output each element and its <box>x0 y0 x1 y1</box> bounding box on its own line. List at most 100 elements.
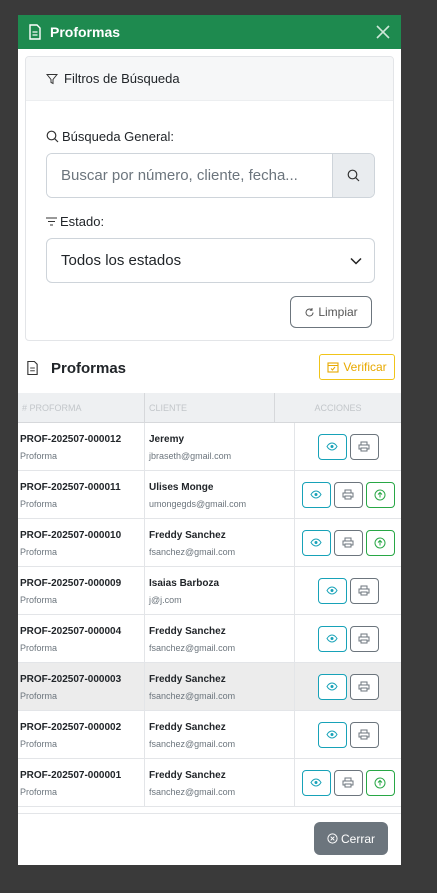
proforma-type: Proforma <box>20 739 58 749</box>
printer-icon <box>358 633 370 644</box>
table-header: # PROFORMA CLIENTE ACCIONES <box>18 393 401 423</box>
verify-icon <box>327 362 339 373</box>
search-group <box>46 153 375 198</box>
proforma-number: PROF-202507-000001 <box>20 770 122 781</box>
print-button[interactable] <box>333 529 363 556</box>
proformas-modal: Proformas Filtros de Búsqueda Búsqueda G… <box>18 15 401 865</box>
view-button[interactable] <box>317 625 347 652</box>
printer-icon <box>342 489 354 500</box>
actions-cell <box>295 663 401 710</box>
printer-icon <box>358 681 370 692</box>
eye-icon <box>326 586 338 595</box>
client-email: fsanchez@gmail.com <box>149 691 236 701</box>
client-cell: Jeremy jbraseth@gmail.com <box>145 423 295 470</box>
proforma-type: Proforma <box>20 451 58 461</box>
proforma-number: PROF-202507-000004 <box>20 626 122 637</box>
print-button[interactable] <box>349 625 379 652</box>
chevron-down-icon <box>350 257 362 265</box>
printer-icon <box>358 441 370 452</box>
table-row[interactable]: PROF-202507-000002 Proforma Freddy Sanch… <box>18 711 401 759</box>
print-button[interactable] <box>349 577 379 604</box>
clear-button[interactable]: Limpiar <box>290 296 372 328</box>
modal-header: Proformas <box>18 15 401 49</box>
upload-circle-icon <box>374 489 386 501</box>
eye-icon <box>310 490 322 499</box>
client-name: Freddy Sanchez <box>149 722 226 733</box>
client-cell: Freddy Sanchez fsanchez@gmail.com <box>145 519 295 566</box>
filter-icon <box>46 73 58 84</box>
view-button[interactable] <box>317 577 347 604</box>
eye-icon <box>326 730 338 739</box>
proformas-table: # PROFORMA CLIENTE ACCIONES PROF-202507-… <box>18 393 401 813</box>
search-button[interactable] <box>332 154 374 197</box>
actions-cell <box>295 615 401 662</box>
printer-icon <box>342 777 354 788</box>
upload-button[interactable] <box>365 529 395 556</box>
proformas-section-header: Proformas Verificar <box>18 353 401 383</box>
view-button[interactable] <box>301 481 331 508</box>
eye-icon <box>310 538 322 547</box>
table-row[interactable]: PROF-202507-000011 Proforma Ulises Monge… <box>18 471 401 519</box>
proforma-number: PROF-202507-000002 <box>20 722 122 733</box>
actions-cell <box>295 423 401 470</box>
table-row[interactable]: PROF-202507-000001 Proforma Freddy Sanch… <box>18 759 401 807</box>
client-email: fsanchez@gmail.com <box>149 739 236 749</box>
client-email: fsanchez@gmail.com <box>149 787 236 797</box>
proforma-number: PROF-202507-000009 <box>20 578 122 589</box>
filters-title: Filtros de Búsqueda <box>64 71 180 86</box>
print-button[interactable] <box>333 769 363 796</box>
verify-button[interactable]: Verificar <box>319 354 395 380</box>
eye-icon <box>326 442 338 451</box>
view-button[interactable] <box>317 673 347 700</box>
proforma-number: PROF-202507-000003 <box>20 674 122 685</box>
client-name: Jeremy <box>149 434 185 445</box>
proforma-number: PROF-202507-000012 <box>20 434 122 445</box>
modal-title: Proformas <box>50 24 121 40</box>
printer-icon <box>358 729 370 740</box>
actions-cell <box>295 759 401 806</box>
table-row[interactable]: PROF-202507-000012 Proforma Jeremy jbras… <box>18 423 401 471</box>
proforma-type: Proforma <box>20 595 58 605</box>
print-button[interactable] <box>349 673 379 700</box>
actions-cell <box>295 519 401 566</box>
actions-cell <box>295 471 401 518</box>
estado-label: Estado: <box>46 214 104 229</box>
upload-circle-icon <box>374 777 386 789</box>
eye-icon <box>310 778 322 787</box>
estado-select[interactable]: Todos los estados <box>46 238 375 283</box>
proforma-cell: PROF-202507-000003 Proforma <box>18 663 145 710</box>
view-button[interactable] <box>317 433 347 460</box>
client-cell: Freddy Sanchez fsanchez@gmail.com <box>145 759 295 806</box>
view-button[interactable] <box>317 721 347 748</box>
upload-button[interactable] <box>365 481 395 508</box>
client-name: Isaias Barboza <box>149 578 220 589</box>
table-row[interactable]: PROF-202507-000004 Proforma Freddy Sanch… <box>18 615 401 663</box>
printer-icon <box>342 537 354 548</box>
search-icon <box>347 169 360 182</box>
estado-value: Todos los estados <box>61 252 182 269</box>
print-button[interactable] <box>349 721 379 748</box>
view-button[interactable] <box>301 769 331 796</box>
upload-button[interactable] <box>365 769 395 796</box>
table-row[interactable]: PROF-202507-000009 Proforma Isaias Barbo… <box>18 567 401 615</box>
client-email: umongegds@gmail.com <box>149 499 247 509</box>
table-row[interactable]: PROF-202507-000010 Proforma Freddy Sanch… <box>18 519 401 567</box>
close-button[interactable]: Cerrar <box>314 822 388 855</box>
search-input[interactable] <box>47 154 332 197</box>
proforma-cell: PROF-202507-000004 Proforma <box>18 615 145 662</box>
proforma-type: Proforma <box>20 787 58 797</box>
close-icon[interactable] <box>373 22 393 42</box>
view-button[interactable] <box>301 529 331 556</box>
client-name: Freddy Sanchez <box>149 674 226 685</box>
table-row[interactable]: PROF-202507-000003 Proforma Freddy Sanch… <box>18 663 401 711</box>
actions-cell <box>295 711 401 758</box>
close-circle-icon <box>327 833 338 844</box>
print-button[interactable] <box>333 481 363 508</box>
print-button[interactable] <box>349 433 379 460</box>
proforma-type: Proforma <box>20 691 58 701</box>
refresh-icon <box>305 307 314 317</box>
proforma-number: PROF-202507-000011 <box>20 482 121 493</box>
client-cell: Freddy Sanchez fsanchez@gmail.com <box>145 711 295 758</box>
search-icon <box>46 130 59 143</box>
actions-cell <box>295 567 401 614</box>
